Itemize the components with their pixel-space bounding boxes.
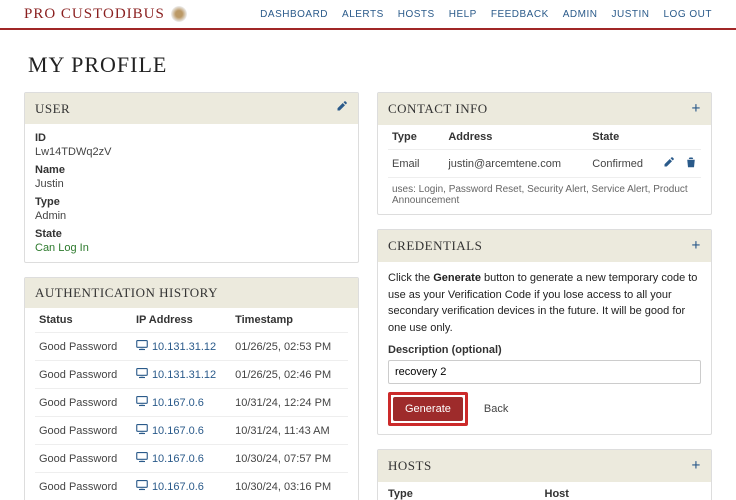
user-id-value: Lw14TDWq2zV xyxy=(35,146,348,158)
user-panel-title: USER xyxy=(35,101,70,117)
auth-ip[interactable]: 10.167.0.6 xyxy=(132,389,231,417)
hosts-panel: HOSTS + Type Host No Hosts xyxy=(377,449,712,500)
edit-user-icon[interactable] xyxy=(336,100,348,117)
monitor-icon xyxy=(136,451,148,466)
nav-dashboard[interactable]: DASHBOARD xyxy=(260,9,328,20)
table-row: Good Password10.167.0.610/31/24, 11:43 A… xyxy=(35,417,348,445)
auth-ip[interactable]: 10.167.0.6 xyxy=(132,417,231,445)
nav-username[interactable]: JUSTIN xyxy=(611,9,649,20)
contact-state: Confirmed xyxy=(588,150,659,178)
contact-type: Email xyxy=(388,150,444,178)
delete-contact-icon[interactable] xyxy=(685,156,697,171)
user-state-label: State xyxy=(35,228,348,240)
add-host-icon[interactable]: + xyxy=(691,457,701,475)
monitor-icon xyxy=(136,367,148,382)
auth-status: Good Password xyxy=(35,445,132,473)
description-input[interactable] xyxy=(388,360,701,384)
auth-timestamp: 10/30/24, 07:57 PM xyxy=(231,445,348,473)
add-credential-icon[interactable]: + xyxy=(691,237,701,255)
nav-feedback[interactable]: FEEDBACK xyxy=(491,9,549,20)
monitor-icon xyxy=(136,395,148,410)
credentials-panel-title: CREDENTIALS xyxy=(388,238,482,254)
auth-timestamp: 10/31/24, 11:43 AM xyxy=(231,417,348,445)
contact-col-state: State xyxy=(588,125,659,150)
auth-status: Good Password xyxy=(35,361,132,389)
table-row: Good Password10.167.0.610/31/24, 12:24 P… xyxy=(35,389,348,417)
monitor-icon xyxy=(136,339,148,354)
generate-highlight: Generate xyxy=(388,392,468,426)
contact-table: Type Address State Email justin@arcemten… xyxy=(388,125,701,177)
table-row: Good Password10.131.31.1201/26/25, 02:46… xyxy=(35,361,348,389)
nav-alerts[interactable]: ALERTS xyxy=(342,9,384,20)
generate-button[interactable]: Generate xyxy=(393,397,463,421)
add-contact-icon[interactable]: + xyxy=(691,100,701,118)
auth-status: Good Password xyxy=(35,417,132,445)
user-state-value: Can Log In xyxy=(35,242,348,254)
user-name-label: Name xyxy=(35,164,348,176)
hosts-col-type: Type xyxy=(388,488,545,500)
auth-col-status: Status xyxy=(35,308,132,333)
auth-panel-title: AUTHENTICATION HISTORY xyxy=(35,285,218,301)
monitor-icon xyxy=(136,423,148,438)
auth-status: Good Password xyxy=(35,389,132,417)
top-nav: DASHBOARD ALERTS HOSTS HELP FEEDBACK ADM… xyxy=(260,9,712,20)
user-type-label: Type xyxy=(35,196,348,208)
edit-contact-icon[interactable] xyxy=(663,156,675,171)
contact-col-type: Type xyxy=(388,125,444,150)
contact-panel-title: CONTACT INFO xyxy=(388,101,488,117)
auth-history-panel: AUTHENTICATION HISTORY Status IP Address… xyxy=(24,277,359,500)
description-label: Description (optional) xyxy=(388,344,701,356)
auth-ip[interactable]: 10.167.0.6 xyxy=(132,473,231,500)
auth-status: Good Password xyxy=(35,333,132,361)
contact-col-address: Address xyxy=(444,125,588,150)
auth-ip[interactable]: 10.131.31.12 xyxy=(132,361,231,389)
auth-timestamp: 01/26/25, 02:46 PM xyxy=(231,361,348,389)
user-name-value: Justin xyxy=(35,178,348,190)
table-row: Good Password10.167.0.610/30/24, 07:57 P… xyxy=(35,445,348,473)
contact-address: justin@arcemtene.com xyxy=(444,150,588,178)
contact-uses: uses: Login, Password Reset, Security Al… xyxy=(388,177,701,208)
auth-ip[interactable]: 10.131.31.12 xyxy=(132,333,231,361)
auth-timestamp: 10/30/24, 03:16 PM xyxy=(231,473,348,500)
auth-timestamp: 01/26/25, 02:53 PM xyxy=(231,333,348,361)
nav-help[interactable]: HELP xyxy=(449,9,477,20)
brand-text: PRO CUSTODIBUS xyxy=(24,6,165,23)
nav-logout[interactable]: LOG OUT xyxy=(663,9,712,20)
monitor-icon xyxy=(136,479,148,494)
auth-history-table: Status IP Address Timestamp Good Passwor… xyxy=(35,308,348,500)
topbar: PRO CUSTODIBUS DASHBOARD ALERTS HOSTS HE… xyxy=(0,0,736,30)
hosts-panel-title: HOSTS xyxy=(388,458,432,474)
auth-timestamp: 10/31/24, 12:24 PM xyxy=(231,389,348,417)
auth-col-ts: Timestamp xyxy=(231,308,348,333)
nav-hosts[interactable]: HOSTS xyxy=(398,9,435,20)
nav-admin[interactable]: ADMIN xyxy=(563,9,598,20)
auth-status: Good Password xyxy=(35,473,132,500)
auth-col-ip: IP Address xyxy=(132,308,231,333)
contact-info-panel: CONTACT INFO + Type Address State Email … xyxy=(377,92,712,215)
credentials-panel: CREDENTIALS + Click the Generate button … xyxy=(377,229,712,435)
hosts-col-host: Host xyxy=(545,488,702,500)
user-type-value: Admin xyxy=(35,210,348,222)
brand-logo-icon xyxy=(171,6,187,22)
credentials-help-text: Click the Generate button to generate a … xyxy=(388,270,701,336)
auth-ip[interactable]: 10.167.0.6 xyxy=(132,445,231,473)
brand: PRO CUSTODIBUS xyxy=(24,6,187,23)
user-panel: USER ID Lw14TDWq2zV Name Justin Type Adm… xyxy=(24,92,359,263)
table-row: Email justin@arcemtene.com Confirmed xyxy=(388,150,701,178)
table-row: Good Password10.167.0.610/30/24, 03:16 P… xyxy=(35,473,348,500)
page-title: MY PROFILE xyxy=(28,52,736,78)
user-id-label: ID xyxy=(35,132,348,144)
table-row: Good Password10.131.31.1201/26/25, 02:53… xyxy=(35,333,348,361)
back-button[interactable]: Back xyxy=(476,397,516,421)
